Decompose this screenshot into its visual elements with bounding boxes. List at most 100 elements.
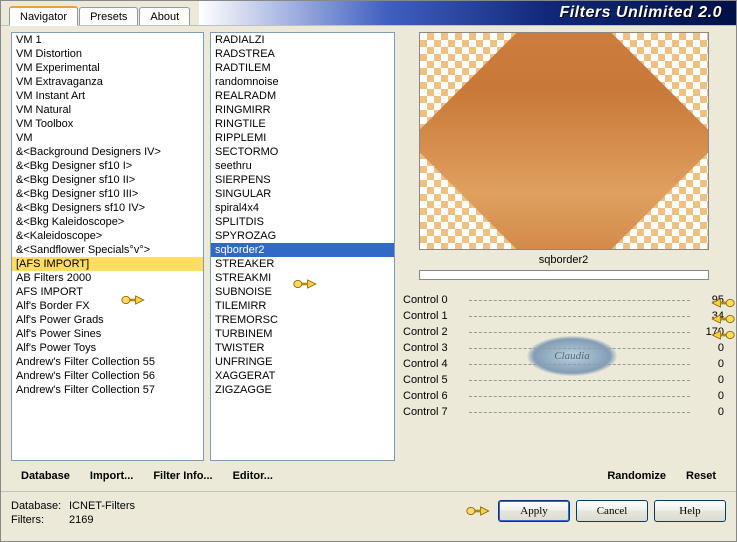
category-item[interactable]: VM bbox=[12, 131, 203, 145]
category-item[interactable]: Alf's Border FX bbox=[12, 299, 203, 313]
control-slider[interactable] bbox=[469, 396, 690, 397]
category-item[interactable]: VM Experimental bbox=[12, 61, 203, 75]
preview-area bbox=[419, 32, 709, 250]
control-value: 0 bbox=[694, 406, 724, 418]
control-value: 0 bbox=[694, 374, 724, 386]
control-slider[interactable] bbox=[469, 364, 690, 365]
filter-item[interactable]: TILEMIRR bbox=[211, 299, 394, 313]
category-item[interactable]: Andrew's Filter Collection 57 bbox=[12, 383, 203, 397]
category-item[interactable]: AB Filters 2000 bbox=[12, 271, 203, 285]
hand-pointer-icon bbox=[709, 325, 735, 348]
randomize-button[interactable]: Randomize bbox=[597, 467, 676, 485]
category-item[interactable]: Alf's Power Grads bbox=[12, 313, 203, 327]
category-item[interactable]: Andrew's Filter Collection 56 bbox=[12, 369, 203, 383]
control-slider[interactable] bbox=[469, 300, 690, 301]
control-slider[interactable] bbox=[469, 316, 690, 317]
db-key: Database: bbox=[11, 500, 69, 512]
control-slider[interactable] bbox=[469, 332, 690, 333]
category-item[interactable]: Alf's Power Toys bbox=[12, 341, 203, 355]
filter-item[interactable]: RADIALZI bbox=[211, 33, 394, 47]
category-item[interactable]: VM Toolbox bbox=[12, 117, 203, 131]
category-item[interactable]: &<Sandflower Specials°v°> bbox=[12, 243, 203, 257]
help-button[interactable]: Help bbox=[654, 500, 726, 522]
filter-item[interactable]: seethru bbox=[211, 159, 394, 173]
category-item[interactable]: [AFS IMPORT] bbox=[12, 257, 203, 271]
category-list[interactable]: VM 1VM DistortionVM ExperimentalVM Extra… bbox=[11, 32, 204, 461]
import-button[interactable]: Import... bbox=[80, 467, 143, 485]
filter-item[interactable]: RADSTREA bbox=[211, 47, 394, 61]
category-item[interactable]: &<Bkg Designer sf10 I> bbox=[12, 159, 203, 173]
tab-navigator[interactable]: Navigator bbox=[9, 6, 78, 26]
category-item[interactable]: &<Bkg Kaleidoscope> bbox=[12, 215, 203, 229]
control-row[interactable]: Control 30 bbox=[401, 340, 726, 356]
control-label: Control 6 bbox=[403, 390, 465, 402]
control-label: Control 0 bbox=[403, 294, 465, 306]
filter-item[interactable]: TWISTER bbox=[211, 341, 394, 355]
category-item[interactable]: &<Bkg Designer sf10 II> bbox=[12, 173, 203, 187]
filter-item[interactable]: RIPPLEMI bbox=[211, 131, 394, 145]
filter-item[interactable]: SIERPENS bbox=[211, 173, 394, 187]
category-item[interactable]: Andrew's Filter Collection 55 bbox=[12, 355, 203, 369]
control-slider[interactable] bbox=[469, 348, 690, 349]
filter-item[interactable]: RINGMIRR bbox=[211, 103, 394, 117]
preview-shape bbox=[419, 32, 709, 250]
title-bar: Filters Unlimited 2.0 bbox=[199, 1, 736, 25]
category-item[interactable]: &<Background Designers IV> bbox=[12, 145, 203, 159]
filter-item[interactable]: ZIGZAGGE bbox=[211, 383, 394, 397]
control-slider[interactable] bbox=[469, 412, 690, 413]
filter-item[interactable]: SINGULAR bbox=[211, 187, 394, 201]
category-item[interactable]: VM 1 bbox=[12, 33, 203, 47]
category-item[interactable]: &<Bkg Designers sf10 IV> bbox=[12, 201, 203, 215]
category-item[interactable]: AFS IMPORT bbox=[12, 285, 203, 299]
control-row[interactable]: Control 40 bbox=[401, 356, 726, 372]
category-item[interactable]: &<Kaleidoscope> bbox=[12, 229, 203, 243]
hand-pointer-icon bbox=[121, 290, 147, 313]
filter-item[interactable]: TURBINEM bbox=[211, 327, 394, 341]
control-value: 0 bbox=[694, 390, 724, 402]
filter-item[interactable]: RADTILEM bbox=[211, 61, 394, 75]
filter-item[interactable]: randomnoise bbox=[211, 75, 394, 89]
reset-button[interactable]: Reset bbox=[676, 467, 726, 485]
control-row[interactable]: Control 6 0 bbox=[401, 388, 726, 404]
control-slider[interactable] bbox=[469, 380, 690, 381]
filter-item[interactable]: SECTORMO bbox=[211, 145, 394, 159]
control-row[interactable]: Control 50 bbox=[401, 372, 726, 388]
category-item[interactable]: VM Extravaganza bbox=[12, 75, 203, 89]
control-label: Control 3 bbox=[403, 342, 465, 354]
control-label: Control 2 bbox=[403, 326, 465, 338]
filter-item[interactable]: UNFRINGE bbox=[211, 355, 394, 369]
category-item[interactable]: VM Distortion bbox=[12, 47, 203, 61]
filter-item[interactable]: TREMORSC bbox=[211, 313, 394, 327]
filter-list[interactable]: RADIALZIRADSTREARADTILEMrandomnoiseREALR… bbox=[210, 32, 395, 461]
filter-item[interactable]: sqborder2 bbox=[211, 243, 394, 257]
control-row[interactable]: Control 70 bbox=[401, 404, 726, 420]
control-row[interactable]: Control 095 bbox=[401, 292, 726, 308]
control-label: Control 4 bbox=[403, 358, 465, 370]
filter-item[interactable]: SPLITDIS bbox=[211, 215, 394, 229]
tab-presets[interactable]: Presets bbox=[79, 7, 138, 25]
filter-item[interactable]: spiral4x4 bbox=[211, 201, 394, 215]
filter-item[interactable]: XAGGERAT bbox=[211, 369, 394, 383]
editor-button[interactable]: Editor... bbox=[223, 467, 283, 485]
filter-item[interactable]: SPYROZAG bbox=[211, 229, 394, 243]
filter-info-button[interactable]: Filter Info... bbox=[143, 467, 222, 485]
tab-about[interactable]: About bbox=[139, 7, 190, 25]
tab-strip: Navigator Presets About bbox=[1, 1, 191, 25]
control-row[interactable]: Control 134 bbox=[401, 308, 726, 324]
filter-item[interactable]: RINGTILE bbox=[211, 117, 394, 131]
control-row[interactable]: Control 2170 bbox=[401, 324, 726, 340]
app-title: Filters Unlimited 2.0 bbox=[559, 4, 722, 22]
cancel-button[interactable]: Cancel bbox=[576, 500, 648, 522]
filter-item[interactable]: REALRADM bbox=[211, 89, 394, 103]
filters-value: 2169 bbox=[69, 514, 93, 526]
apply-button[interactable]: Apply bbox=[498, 500, 570, 522]
category-item[interactable]: Alf's Power Sines bbox=[12, 327, 203, 341]
progress-bar bbox=[419, 270, 709, 280]
category-item[interactable]: VM Instant Art bbox=[12, 89, 203, 103]
filter-item[interactable]: STREAKER bbox=[211, 257, 394, 271]
control-label: Control 1 bbox=[403, 310, 465, 322]
category-item[interactable]: &<Bkg Designer sf10 III> bbox=[12, 187, 203, 201]
database-button[interactable]: Database bbox=[11, 467, 80, 485]
controls-area: Claudia Control 095Control 134Control 21… bbox=[401, 292, 726, 420]
category-item[interactable]: VM Natural bbox=[12, 103, 203, 117]
